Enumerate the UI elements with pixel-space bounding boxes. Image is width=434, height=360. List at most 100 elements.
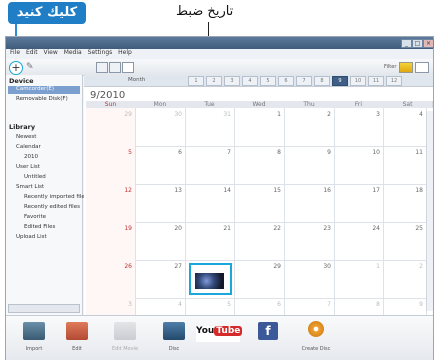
calendar-day-cell[interactable]: 12	[86, 184, 136, 223]
calendar-day-cell[interactable]: 5	[86, 146, 136, 185]
calendar-day-cell[interactable]: 10	[334, 146, 384, 185]
day-head-thu: Thu	[284, 101, 335, 108]
sidebar-item-newest[interactable]: Newest	[16, 134, 36, 140]
app-window: _ □ × File Edit View Media Settings Help…	[5, 36, 434, 360]
filter-icon[interactable]	[399, 62, 413, 73]
calendar-day-cell[interactable]: 27	[135, 260, 186, 299]
sidebar-scrollbar[interactable]	[8, 304, 80, 313]
menu-help[interactable]: Help	[118, 49, 132, 56]
grid-view-icon[interactable]	[96, 62, 108, 73]
calendar-day-cell[interactable]: 3	[334, 108, 384, 147]
calendar-day-cell[interactable]: 15	[234, 184, 285, 223]
calendar-day-number: 4	[419, 111, 423, 118]
sidebar-item-recently-edited[interactable]: Recently edited files	[24, 204, 80, 210]
sidebar-item-calendar[interactable]: Calendar	[16, 144, 41, 150]
calendar-day-cell[interactable]: 29	[234, 260, 285, 299]
calendar-day-cell[interactable]: 17	[334, 184, 384, 223]
edit-icon[interactable]	[66, 322, 88, 340]
sidebar-item-smart-list[interactable]: Smart List	[16, 184, 44, 190]
bottom-bar: Import Edit Edit Movie Disc You Tube f Cr…	[6, 315, 433, 360]
calendar-day-cell[interactable]: 19	[86, 222, 136, 261]
calendar-day-cell[interactable]: 9	[284, 146, 335, 185]
filter-dropdown-icon[interactable]	[415, 62, 429, 73]
month-6[interactable]: 6	[278, 76, 294, 86]
month-1[interactable]: 1	[188, 76, 204, 86]
calendar-day-cell[interactable]: 16	[284, 184, 335, 223]
calendar-day-cell[interactable]: 1	[234, 108, 285, 147]
toolbar: + ✎ Filter	[6, 59, 433, 76]
import-icon[interactable]	[23, 322, 45, 340]
month-2[interactable]: 2	[206, 76, 222, 86]
list-view-icon[interactable]	[109, 62, 121, 73]
calendar-day-number: 2	[327, 111, 331, 118]
share-icon[interactable]	[114, 322, 136, 340]
calendar-day-cell[interactable]: 20	[135, 222, 186, 261]
youtube-icon[interactable]: You Tube	[196, 326, 243, 342]
menu-media[interactable]: Media	[64, 49, 82, 56]
calendar-day-cell[interactable]: 30	[135, 108, 186, 147]
month-11[interactable]: 11	[368, 76, 384, 86]
month-5[interactable]: 5	[260, 76, 276, 86]
calendar-day-number: 20	[174, 225, 182, 232]
month-3[interactable]: 3	[224, 76, 240, 86]
calendar-day-cell[interactable]: 4	[383, 108, 427, 147]
menu-file[interactable]: File	[10, 49, 20, 56]
calendar-day-cell[interactable]: 25	[383, 222, 427, 261]
calendar-day-cell[interactable]: 31	[185, 108, 235, 147]
month-4[interactable]: 4	[242, 76, 258, 86]
camera-icon[interactable]	[308, 321, 324, 337]
menu-edit[interactable]: Edit	[26, 49, 38, 56]
wrench-icon[interactable]: ✎	[26, 62, 34, 72]
sidebar-item-removable-disk[interactable]: Removable Disk(F)	[16, 96, 68, 102]
calendar-day-cell[interactable]: 26	[86, 260, 136, 299]
calendar-day-cell[interactable]: 2	[284, 108, 335, 147]
disc-icon[interactable]	[163, 322, 185, 340]
month-9[interactable]: 9	[332, 76, 348, 86]
calendar-day-cell[interactable]: 2	[383, 260, 427, 299]
day-head-sun: Sun	[86, 101, 136, 108]
month-7[interactable]: 7	[296, 76, 312, 86]
calendar-day-cell[interactable]: 13	[135, 184, 186, 223]
calendar-day-cell[interactable]: 23	[284, 222, 335, 261]
calendar-day-number: 17	[372, 187, 380, 194]
sidebar-item-2010[interactable]: 2010	[24, 154, 38, 160]
device-heading: Device	[9, 77, 34, 85]
calendar-day-cell[interactable]: 6	[135, 146, 186, 185]
calendar-day-number: 3	[376, 111, 380, 118]
calendar-day-cell[interactable]: 7	[185, 146, 235, 185]
calendar-day-number: 5	[227, 301, 231, 308]
edit-label: Edit	[72, 346, 82, 352]
sidebar-item-favorite[interactable]: Favorite	[24, 214, 46, 220]
sidebar-item-upload-list[interactable]: Upload List	[16, 234, 47, 240]
calendar-day-cell[interactable]: 21	[185, 222, 235, 261]
sidebar-item-user-list[interactable]: User List	[16, 164, 40, 170]
calendar-day-cell[interactable]: 8	[234, 146, 285, 185]
calendar-scrollbar[interactable]	[426, 111, 433, 311]
calendar-day-cell[interactable]: 18	[383, 184, 427, 223]
sidebar-item-untitled[interactable]: Untitled	[24, 174, 46, 180]
close-button[interactable]: ×	[423, 39, 434, 48]
menu-settings[interactable]: Settings	[88, 49, 113, 56]
calendar-day-cell[interactable]: 24	[334, 222, 384, 261]
calendar-day-cell[interactable]: 30	[284, 260, 335, 299]
month-12[interactable]: 12	[386, 76, 402, 86]
calendar-view-icon[interactable]	[122, 62, 134, 73]
sidebar-item-edited-files[interactable]: Edited Files	[24, 224, 55, 230]
calendar-day-cell[interactable]: 29	[86, 108, 136, 147]
month-8[interactable]: 8	[314, 76, 330, 86]
calendar-day-cell[interactable]: 11	[383, 146, 427, 185]
calendar-day-cell[interactable]: 14	[185, 184, 235, 223]
menu-view[interactable]: View	[44, 49, 58, 56]
month-10[interactable]: 10	[350, 76, 366, 86]
minimize-button[interactable]: _	[401, 39, 412, 48]
sidebar-item-camcorder[interactable]: Camcorder(E)	[8, 86, 80, 94]
calendar-day-number: 19	[124, 225, 132, 232]
calendar-day-cell[interactable]: 1	[334, 260, 384, 299]
add-button[interactable]: +	[9, 61, 23, 75]
calendar-day-cell[interactable]: 22	[234, 222, 285, 261]
maximize-button[interactable]: □	[412, 39, 423, 48]
video-thumbnail[interactable]	[189, 263, 232, 295]
filter-label: Filter	[384, 64, 397, 70]
facebook-icon[interactable]: f	[258, 322, 278, 340]
sidebar-item-recently-imported[interactable]: Recently imported files	[24, 194, 88, 200]
